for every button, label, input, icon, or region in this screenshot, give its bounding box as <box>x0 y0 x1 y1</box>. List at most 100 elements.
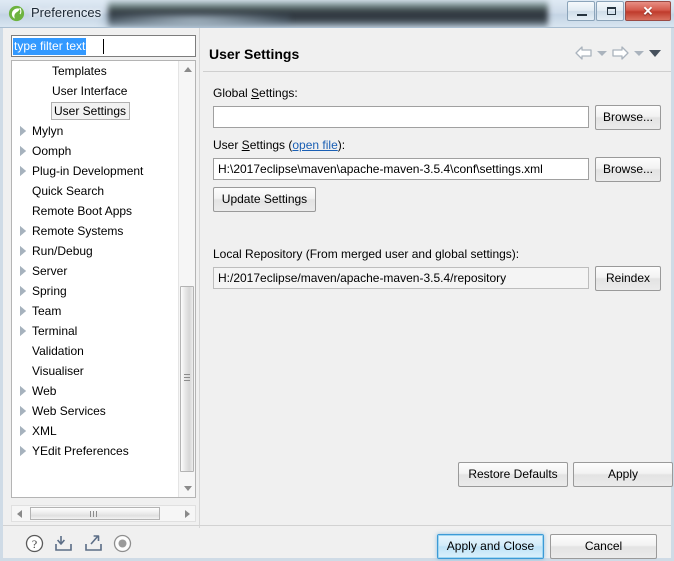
scroll-grip <box>90 511 100 517</box>
expand-arrow-icon[interactable] <box>20 246 26 256</box>
horizontal-scroll-thumb[interactable] <box>30 507 160 520</box>
scroll-up-button[interactable] <box>179 61 195 78</box>
sidebar-item-run-debug[interactable]: Run/Debug <box>12 241 177 261</box>
panel-splitter[interactable] <box>199 28 200 528</box>
local-repository-label: Local Repository (From merged user and g… <box>213 247 520 261</box>
expand-arrow-icon[interactable] <box>20 286 26 296</box>
sidebar-item-mylyn[interactable]: Mylyn <box>12 121 177 141</box>
apply-and-close-button[interactable]: Apply and Close <box>437 534 544 559</box>
window-titlebar: Preferences ✕ <box>0 0 674 28</box>
expand-arrow-icon[interactable] <box>20 146 26 156</box>
scroll-right-button[interactable] <box>179 506 195 521</box>
page-navigation <box>575 46 661 60</box>
sidebar-item-remote-systems[interactable]: Remote Systems <box>12 221 177 241</box>
user-settings-input[interactable] <box>213 158 589 180</box>
sidebar-item-label: Visualiser <box>32 364 84 378</box>
sidebar-item-xml[interactable]: XML <box>12 421 177 441</box>
import-icon[interactable] <box>53 534 74 553</box>
sidebar-item-spring[interactable]: Spring <box>12 281 177 301</box>
sidebar-item-oomph[interactable]: Oomph <box>12 141 177 161</box>
preferences-sidebar: type filter text Templates User Interface… <box>11 35 196 498</box>
minimize-icon <box>577 14 587 16</box>
sidebar-item-label: Remote Systems <box>32 224 124 238</box>
sidebar-item-team[interactable]: Team <box>12 301 177 321</box>
sidebar-item-web-services[interactable]: Web Services <box>12 401 177 421</box>
update-settings-button[interactable]: Update Settings <box>213 187 316 212</box>
sidebar-item-user-settings[interactable]: User Settings <box>12 101 177 121</box>
sidebar-item-label: XML <box>32 424 57 438</box>
vertical-scroll-thumb[interactable] <box>180 286 194 472</box>
sidebar-item-label: YEdit Preferences <box>32 444 129 458</box>
tree-horizontal-scrollbar[interactable] <box>11 505 196 522</box>
forward-history-chevron-down-icon[interactable] <box>634 50 644 56</box>
sidebar-item-server[interactable]: Server <box>12 261 177 281</box>
sidebar-item-label: Terminal <box>32 324 78 338</box>
expand-arrow-icon[interactable] <box>20 306 26 316</box>
sidebar-item-yedit-preferences[interactable]: YEdit Preferences <box>12 441 177 461</box>
expand-arrow-icon[interactable] <box>20 406 26 416</box>
dialog-body: type filter text Templates User Interface… <box>0 28 674 561</box>
close-button[interactable]: ✕ <box>625 1 671 21</box>
expand-arrow-icon[interactable] <box>20 166 26 176</box>
sidebar-item-label: Oomph <box>32 144 72 158</box>
expand-arrow-icon[interactable] <box>20 226 26 236</box>
preferences-tree[interactable]: Templates User Interface User Settings Myly… <box>11 60 196 498</box>
sidebar-item-visualiser[interactable]: Visualiser <box>12 361 177 381</box>
forward-arrow-icon[interactable] <box>612 46 629 60</box>
sidebar-item-validation[interactable]: Validation <box>12 341 177 361</box>
scroll-grip <box>184 374 190 384</box>
sidebar-item-label: Plug-in Development <box>32 164 144 178</box>
maximize-icon <box>607 7 616 15</box>
window-controls: ✕ <box>566 1 671 22</box>
user-settings-label-mid: ettings ( <box>249 138 293 152</box>
title-separator <box>203 71 671 72</box>
expand-arrow-icon[interactable] <box>20 266 26 276</box>
open-file-link[interactable]: open file <box>292 138 337 152</box>
sidebar-item-remote-boot-apps[interactable]: Remote Boot Apps <box>12 201 177 221</box>
scroll-down-button[interactable] <box>179 480 195 497</box>
expand-arrow-icon[interactable] <box>20 126 26 136</box>
scroll-left-button[interactable] <box>12 506 28 521</box>
sidebar-item-terminal[interactable]: Terminal <box>12 321 177 341</box>
preferences-tree-list: Templates User Interface User Settings Myly… <box>12 61 177 461</box>
back-history-chevron-down-icon[interactable] <box>597 50 607 56</box>
global-settings-input[interactable] <box>213 106 589 128</box>
expand-arrow-icon[interactable] <box>20 326 26 336</box>
sidebar-item-templates[interactable]: Templates <box>12 61 177 81</box>
expand-arrow-icon[interactable] <box>20 386 26 396</box>
user-settings-browse-button[interactable]: Browse... <box>595 157 661 182</box>
sidebar-item-label: Web <box>32 384 57 398</box>
sidebar-item-label: Team <box>32 304 62 318</box>
close-icon: ✕ <box>642 3 654 19</box>
user-settings-label-mnemonic: S <box>241 138 250 152</box>
restore-defaults-button[interactable]: Restore Defaults <box>458 462 568 487</box>
expand-arrow-icon[interactable] <box>20 426 26 436</box>
expand-arrow-icon[interactable] <box>20 446 26 456</box>
sidebar-item-label: User Settings <box>50 102 131 120</box>
sidebar-item-web[interactable]: Web <box>12 381 177 401</box>
minimize-button[interactable] <box>567 1 595 21</box>
tree-vertical-scrollbar[interactable] <box>178 61 195 497</box>
export-icon[interactable] <box>83 534 104 553</box>
local-repository-input[interactable] <box>213 267 589 289</box>
window-title: Preferences <box>31 5 102 20</box>
sidebar-item-user-interface[interactable]: User Interface <box>12 81 177 101</box>
global-settings-label-post: ettings: <box>259 86 298 100</box>
glass-blur-highlight <box>100 14 290 27</box>
caret-down-icon <box>184 486 192 491</box>
help-icon[interactable]: ? <box>25 534 44 553</box>
global-settings-browse-button[interactable]: Browse... <box>595 105 661 130</box>
maximize-button[interactable] <box>596 1 624 21</box>
sidebar-item-label: Web Services <box>32 404 106 418</box>
cancel-button[interactable]: Cancel <box>550 534 657 559</box>
view-menu-chevron-down-icon[interactable] <box>649 49 661 57</box>
reindex-button[interactable]: Reindex <box>595 266 661 291</box>
filter-input[interactable]: type filter text <box>11 35 196 57</box>
text-caret <box>103 39 104 54</box>
sidebar-item-quick-search[interactable]: Quick Search <box>12 181 177 201</box>
sidebar-item-plug-in-development[interactable]: Plug-in Development <box>12 161 177 181</box>
back-arrow-icon[interactable] <box>575 46 592 60</box>
record-icon[interactable] <box>113 534 132 553</box>
apply-button[interactable]: Apply <box>573 462 673 487</box>
user-settings-label-pre: User <box>213 138 242 152</box>
